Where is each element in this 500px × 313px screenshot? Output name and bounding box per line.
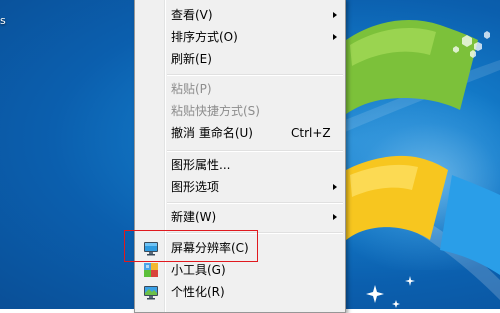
submenu-arrow-icon	[333, 12, 337, 18]
submenu-arrow-icon	[333, 34, 337, 40]
menu-item-label: 粘贴(P)	[171, 82, 212, 96]
menu-item-sort-by[interactable]: 排序方式(O)	[137, 26, 343, 48]
menu-item-shortcut: Ctrl+Z	[291, 126, 331, 140]
menu-item-graphics-properties[interactable]: 图形属性...	[137, 154, 343, 176]
annotation-highlight-box	[124, 230, 258, 262]
menu-item-label: 个性化(R)	[171, 285, 225, 299]
menu-item-label: 小工具(G)	[171, 263, 226, 277]
menu-separator	[167, 150, 343, 152]
menu-item-label: 查看(V)	[171, 8, 213, 22]
personalize-icon	[143, 284, 159, 300]
menu-item-new[interactable]: 新建(W)	[137, 206, 343, 228]
menu-item-label: 新建(W)	[171, 210, 217, 224]
menu-item-undo-rename[interactable]: 撤消 重命名(U) Ctrl+Z	[137, 122, 343, 144]
menu-item-view[interactable]: 查看(V)	[137, 4, 343, 26]
menu-item-label: 粘贴快捷方式(S)	[171, 104, 260, 118]
gadgets-icon	[143, 262, 159, 278]
menu-item-paste: 粘贴(P)	[137, 78, 343, 100]
menu-item-gadgets[interactable]: 小工具(G)	[137, 259, 343, 281]
menu-item-label: 刷新(E)	[171, 52, 212, 66]
menu-item-graphics-options[interactable]: 图形选项	[137, 176, 343, 198]
submenu-arrow-icon	[333, 184, 337, 190]
menu-item-label: 撤消 重命名(U)	[171, 126, 253, 140]
menu-separator	[167, 74, 343, 76]
menu-item-paste-shortcut: 粘贴快捷方式(S)	[137, 100, 343, 122]
menu-item-label: 图形选项	[171, 180, 220, 194]
desktop-context-menu: 查看(V) 排序方式(O) 刷新(E) 粘贴(P) 粘贴快捷方式(S) 撤消 重…	[134, 0, 346, 313]
menu-separator	[167, 202, 343, 204]
menu-item-refresh[interactable]: 刷新(E)	[137, 48, 343, 70]
menu-item-personalize[interactable]: 个性化(R)	[137, 281, 343, 303]
submenu-arrow-icon	[333, 214, 337, 220]
desktop-icon-label[interactable]: s	[0, 14, 6, 28]
menu-item-label: 排序方式(O)	[171, 30, 238, 44]
menu-item-label: 图形属性...	[171, 158, 231, 172]
